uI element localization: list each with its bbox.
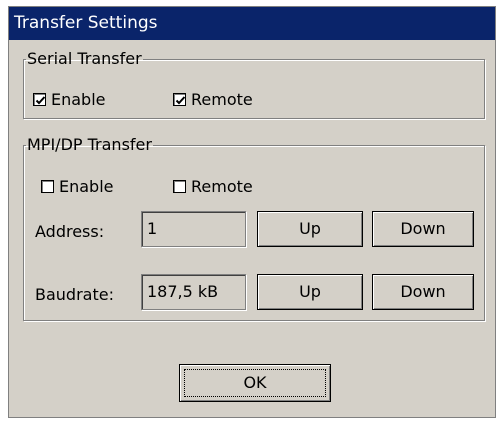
- baudrate-label: Baudrate:: [35, 285, 114, 304]
- checkmark-icon: [35, 96, 46, 105]
- serial-enable-checkbox[interactable]: Enable: [33, 90, 106, 109]
- address-up-button[interactable]: Up: [257, 211, 363, 247]
- checkbox-box[interactable]: [173, 180, 186, 193]
- mpi-dp-transfer-legend: MPI/DP Transfer: [27, 135, 152, 154]
- checkbox-box[interactable]: [41, 180, 54, 193]
- mpi-enable-label: Enable: [59, 177, 114, 196]
- baudrate-up-button[interactable]: Up: [257, 274, 363, 310]
- checkmark-icon: [175, 96, 186, 105]
- baudrate-down-button[interactable]: Down: [372, 274, 474, 310]
- address-label: Address:: [35, 222, 105, 241]
- serial-remote-checkbox[interactable]: Remote: [173, 90, 253, 109]
- mpi-remote-label: Remote: [191, 177, 253, 196]
- serial-enable-label: Enable: [51, 90, 106, 109]
- window-title: Transfer Settings: [14, 13, 158, 33]
- address-field[interactable]: 1: [141, 211, 246, 247]
- serial-transfer-legend: Serial Transfer: [27, 49, 142, 68]
- serial-remote-label: Remote: [191, 90, 253, 109]
- mpi-remote-checkbox[interactable]: Remote: [173, 177, 253, 196]
- mpi-enable-checkbox[interactable]: Enable: [41, 177, 114, 196]
- checkbox-box[interactable]: [33, 93, 46, 106]
- ok-button[interactable]: OK: [179, 364, 331, 402]
- transfer-settings-dialog: Transfer Settings Serial Transfer Enable…: [8, 6, 496, 418]
- address-down-button[interactable]: Down: [372, 211, 474, 247]
- title-bar: Transfer Settings: [9, 7, 495, 40]
- ok-button-label: OK: [243, 373, 267, 392]
- baudrate-field[interactable]: 187,5 kB: [141, 274, 246, 310]
- checkbox-box[interactable]: [173, 93, 186, 106]
